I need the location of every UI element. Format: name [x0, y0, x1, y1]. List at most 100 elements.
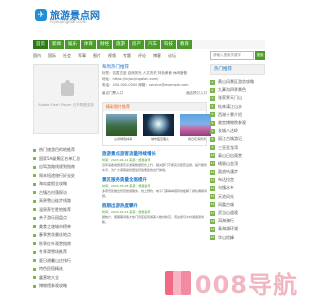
picture-list: 山间绿色林海 城市夜空烟火 春日花海风光: [103, 111, 211, 145]
rank-badge: 10: [210, 153, 215, 159]
list-item[interactable]: 国家5A级景区名单汇总: [33, 155, 99, 164]
ranked-item[interactable]: 12 鼓浪屿漫步: [210, 168, 265, 176]
article: 假期出游热度攀升 时间：2023-03-15 来源：旅游资讯 据统计，假期期间各…: [102, 203, 207, 224]
search-button[interactable]: 搜索: [255, 51, 265, 60]
ranked-item[interactable]: 15 天池风光: [210, 193, 265, 201]
ranked-item[interactable]: 11 峨眉山金顶: [210, 160, 265, 168]
rank-badge: 13: [210, 177, 215, 183]
ranked-item[interactable]: 8 丽江古城游记: [210, 135, 265, 143]
list-item[interactable]: 温泉养生胜地推荐: [33, 206, 99, 215]
watermark-text: 008导航: [194, 271, 298, 299]
bullet-icon: [33, 208, 36, 212]
list-item[interactable]: 古镇古村落探访: [33, 189, 99, 198]
subnav-item[interactable]: 博客: [153, 53, 161, 59]
nav-item[interactable]: 新闻: [49, 40, 64, 49]
list-item[interactable]: 周末短途旅行好去处: [33, 172, 99, 181]
article-title[interactable]: 景区服务质量全面提升: [102, 177, 207, 183]
list-item[interactable]: 海岛度假全攻略: [33, 180, 99, 189]
subnav-item[interactable]: 社会: [63, 53, 71, 59]
subnav-item[interactable]: 国内: [33, 53, 41, 59]
ranked-item[interactable]: 16 凤凰古城: [210, 201, 265, 209]
subnav-item[interactable]: 视频: [108, 53, 116, 59]
sidebar-heading: 热门推荐: [210, 64, 265, 75]
nav-item-home[interactable]: 首页: [33, 40, 48, 49]
nav-item[interactable]: 财经: [97, 40, 112, 49]
article: 旅游景点游客流量持续增长 时间：2023-04-12 来源：旅游资讯 近年来各地…: [102, 151, 207, 172]
bullet-icon: [33, 174, 36, 178]
nav-item[interactable]: 汽车: [145, 40, 160, 49]
ranked-item[interactable]: 10 泰山日出观赏: [210, 152, 265, 160]
subnav-item[interactable]: 专题: [123, 53, 131, 59]
bullet-icon: [33, 259, 36, 263]
search-input[interactable]: 请输入搜索关键字: [210, 51, 254, 60]
ranked-item[interactable]: 2 九寨沟四季景色: [210, 86, 265, 94]
ranked-item[interactable]: 19 青海湖环湖: [210, 225, 265, 233]
list-item[interactable]: 美食之旅城市榜单: [33, 223, 99, 232]
list-item[interactable]: 自驾游路线规划指南: [33, 163, 99, 172]
list-item[interactable]: 高原雪山徒步线路: [33, 197, 99, 206]
list-item[interactable]: 冬季滑雪场推荐: [33, 248, 99, 257]
picture-caption: 春日花海风光: [187, 137, 206, 141]
ranked-item[interactable]: 1 黄山风景区游览攻略: [210, 78, 265, 86]
ranked-item[interactable]: 14 乌镇水乡: [210, 184, 265, 192]
rank-badge: 4: [210, 104, 215, 110]
info-link[interactable]: 酒店预订入口: [186, 91, 207, 96]
flower-field-image[interactable]: [180, 114, 211, 136]
list-item[interactable]: 春季赏花最佳地点: [33, 231, 99, 240]
ranked-item[interactable]: 3 张家界天门山: [210, 94, 265, 102]
fireworks-image[interactable]: [143, 114, 174, 136]
subnav-item[interactable]: 图片: [93, 53, 101, 59]
list-item[interactable]: 热门旅游目的地推荐: [33, 146, 99, 155]
flash-placeholder: Adobe Flash Player 已不再受支持: [33, 64, 99, 134]
rank-badge: 18: [210, 218, 215, 224]
nav-item[interactable]: 科技: [161, 40, 176, 49]
article-meta: 时间：2023-04-12 来源：旅游资讯: [102, 158, 151, 162]
list-item[interactable]: 博物馆参观攻略: [33, 282, 99, 291]
rank-badge: 11: [210, 161, 215, 167]
picture-panel: 精彩图片推荐 山间绿色林海 城市夜空烟火 春日花海风光: [102, 102, 211, 146]
picture-item[interactable]: 城市夜空烟火: [143, 114, 177, 141]
bullet-icon: [33, 157, 36, 161]
nav-item[interactable]: 旅游: [113, 40, 128, 49]
picture-item[interactable]: 春日花海风光: [180, 114, 214, 141]
picture-caption: 城市夜空烟火: [150, 137, 169, 141]
subnav-item[interactable]: 论坛: [168, 53, 176, 59]
list-item[interactable]: 露营地大全: [33, 274, 99, 283]
ranked-item[interactable]: 13 布达拉宫: [210, 176, 265, 184]
search-bar: 请输入搜索关键字 搜索: [210, 51, 265, 60]
ranked-item[interactable]: 17 武当山道观: [210, 209, 265, 217]
ranked-item[interactable]: 9 三亚亚龙湾: [210, 144, 265, 152]
rank-badge: 12: [210, 169, 215, 175]
subnav-item[interactable]: 军事: [78, 53, 86, 59]
ranked-item[interactable]: 18 洱海骑行: [210, 217, 265, 225]
article-summary: 多家景区推出智慧旅游服务，线上预约、电子门票等举措有效缓解了排队拥堵问题。: [102, 189, 208, 198]
info-link[interactable]: 景点门票入口: [102, 91, 123, 96]
rank-badge: 1: [210, 79, 215, 85]
article-title[interactable]: 旅游景点游客流量持续增长: [102, 151, 207, 157]
nav-item[interactable]: 体育: [81, 40, 96, 49]
list-item[interactable]: 特色民宿精选: [33, 265, 99, 274]
left-link-list: 热门旅游目的地推荐 国家5A级景区名单汇总 自驾游路线规划指南 周末短途旅行好去…: [33, 146, 99, 291]
ranked-item[interactable]: 4 桂林漓江山水: [210, 103, 265, 111]
ranked-item[interactable]: 20 华山险峰: [210, 234, 265, 242]
bullet-icon: [33, 199, 36, 203]
list-item[interactable]: 秋季红叶观赏指南: [33, 240, 99, 249]
ranked-item[interactable]: 7 长城八达岭: [210, 127, 265, 135]
article-summary: 近年来各地旅游景点游客数量稳步上升，相关部门不断完善配套设施，提升服务水平，为广…: [102, 163, 208, 172]
article-title[interactable]: 假期出游热度攀升: [102, 203, 207, 209]
bullet-icon: [33, 191, 36, 195]
nav-item[interactable]: 教育: [177, 40, 192, 49]
subnav-item[interactable]: 评论: [138, 53, 146, 59]
subnav-item[interactable]: 国际: [48, 53, 56, 59]
picture-item[interactable]: 山间绿色林海: [106, 114, 140, 141]
forest-image[interactable]: [106, 114, 137, 136]
list-item[interactable]: 夏日避暑山庄排行: [33, 257, 99, 266]
article-meta: 时间：2023-03-15 来源：旅游资讯: [102, 210, 151, 214]
nav-item[interactable]: 房产: [129, 40, 144, 49]
list-item[interactable]: 亲子游乐园盘点: [33, 214, 99, 223]
nav-item[interactable]: 娱乐: [65, 40, 80, 49]
rank-badge: 14: [210, 186, 215, 192]
ranked-item[interactable]: 6 故宫博物院参观: [210, 119, 265, 127]
ranked-item[interactable]: 5 西湖十景介绍: [210, 111, 265, 119]
bullet-icon: [33, 250, 36, 254]
